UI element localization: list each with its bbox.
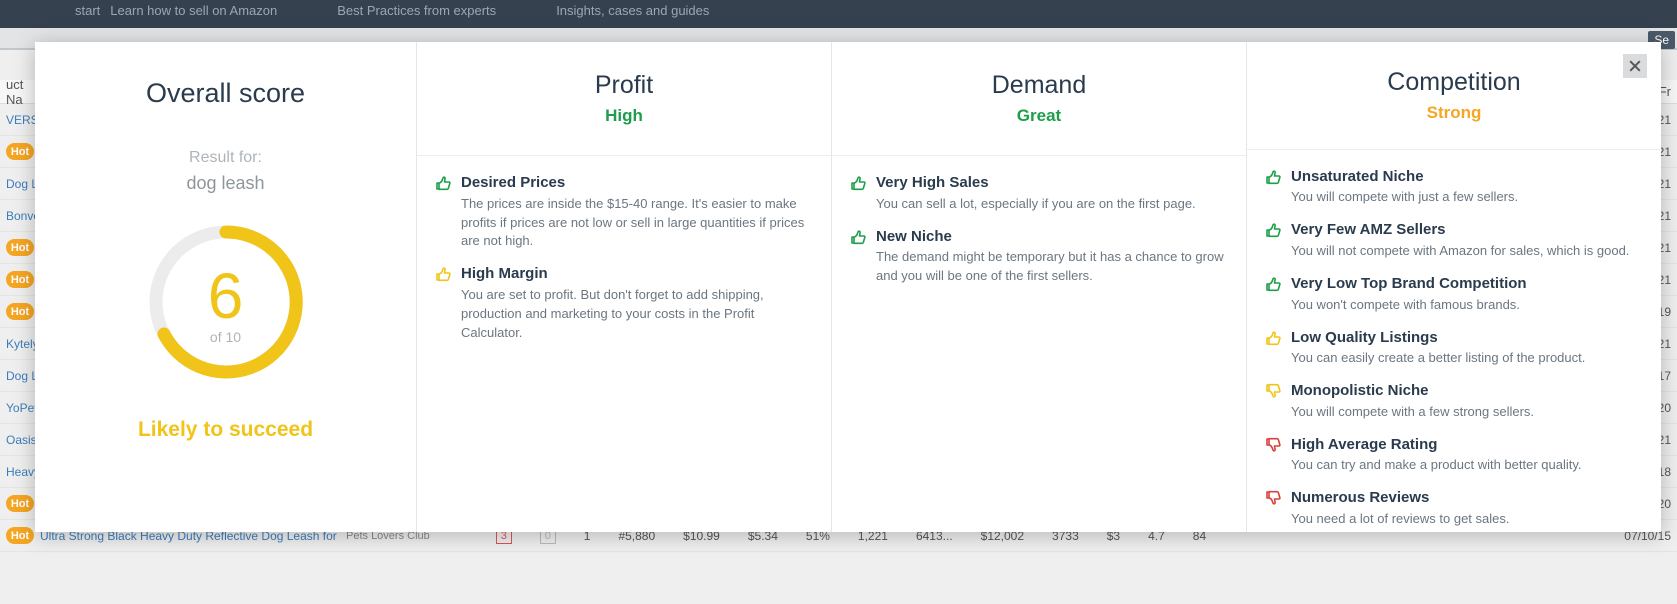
score-item: Very Few AMZ Sellers You will not compet… [1265,221,1641,261]
topbar-item-insights[interactable]: Insights, cases and guides [556,0,709,18]
panel-competition: Competition Strong Unsaturated Niche You… [1247,42,1661,532]
topbar-sub: Insights, cases and guides [556,3,709,18]
score-item-title: Unsaturated Niche [1291,168,1518,187]
thumb-up-green-icon [1265,169,1281,185]
panel-title: Demand [992,71,1087,100]
panel-profit: Profit High Desired Prices The prices ar… [417,42,832,532]
score-item-desc: You will not compete with Amazon for sal… [1291,242,1629,261]
panel-header: Demand Great [832,42,1246,156]
panel-body: Unsaturated Niche You will compete with … [1247,150,1661,532]
topbar-sub: Best Practices from experts [337,3,496,18]
thumb-up-yellow-icon [1265,330,1281,346]
score-item-desc: You will compete with just a few sellers… [1291,188,1518,207]
panel-header: Competition Strong [1247,42,1661,150]
overall-title: Overall score [146,78,305,109]
score-item-title: New Niche [876,228,1226,247]
hot-badge: Hot [6,303,34,320]
panel-sub: Great [1017,106,1061,126]
score-number: 6 [208,259,244,333]
score-item: New Niche The demand might be temporary … [850,228,1226,286]
score-item: Unsaturated Niche You will compete with … [1265,168,1641,208]
score-item: High Margin You are set to profit. But d… [435,265,811,342]
score-item-desc: You can sell a lot, especially if you ar… [876,195,1196,214]
score-item-desc: You won't compete with famous brands. [1291,296,1527,315]
hot-badge: Hot [6,239,34,256]
score-item: Monopolistic Niche You will compete with… [1265,382,1641,422]
score-item-title: Very Few AMZ Sellers [1291,221,1629,240]
hot-badge: Hot [6,143,34,160]
thumb-up-green-icon [850,229,866,245]
thumb-up-green-icon [1265,222,1281,238]
panel-title: Competition [1387,68,1520,97]
hot-badge: Hot [6,271,34,288]
verdict-text: Likely to succeed [138,418,313,442]
score-item-title: Numerous Reviews [1291,489,1510,508]
panel-body: Very High Sales You can sell a lot, espe… [832,156,1246,310]
top-nav-bar: start Learn how to sell on Amazon Best P… [0,0,1677,28]
hot-badge: Hot [6,527,34,544]
panel-title: Profit [595,71,653,100]
result-for-value: dog leash [186,173,264,194]
topbar-item-best[interactable]: Best Practices from experts [337,0,496,18]
score-item-title: Very High Sales [876,174,1196,193]
panel-sub: High [605,106,643,126]
panel-demand: Demand Great Very High Sales You can sel… [832,42,1247,532]
score-item-title: Desired Prices [461,174,811,193]
score-item: High Average Rating You can try and make… [1265,436,1641,476]
score-item-desc: You can try and make a product with bett… [1291,456,1582,475]
panel-header: Profit High [417,42,831,156]
score-item-desc: You need a lot of reviews to get sales. [1291,510,1510,529]
score-item: Numerous Reviews You need a lot of revie… [1265,489,1641,529]
score-gauge: 6 of 10 [146,222,306,382]
score-item-title: Low Quality Listings [1291,329,1585,348]
score-item: Very Low Top Brand Competition You won't… [1265,275,1641,315]
panel-sub: Strong [1427,103,1482,123]
score-modal: Overall score Result for: dog leash 6 of… [35,42,1661,532]
score-item: Very High Sales You can sell a lot, espe… [850,174,1226,214]
score-item-title: High Average Rating [1291,436,1582,455]
thumb-down-red-icon [1265,490,1281,506]
score-item-desc: The demand might be temporary but it has… [876,248,1226,286]
topbar-label: start [75,3,100,18]
thumb-down-red-icon [1265,437,1281,453]
close-icon [1629,60,1641,72]
score-of-label: of 10 [210,329,241,345]
thumb-up-yellow-icon [435,266,451,282]
score-item-desc: The prices are inside the $15-40 range. … [461,195,811,252]
thumb-down-yellow-icon [1265,383,1281,399]
score-item: Desired Prices The prices are inside the… [435,174,811,251]
topbar-sub: Learn how to sell on Amazon [110,3,277,18]
hot-badge: Hot [6,495,34,512]
score-item-desc: You can easily create a better listing o… [1291,349,1585,368]
thumb-up-green-icon [435,175,451,191]
score-item-desc: You will compete with a few strong selle… [1291,403,1534,422]
topbar-item-start[interactable]: start Learn how to sell on Amazon [75,0,277,18]
score-item-title: Very Low Top Brand Competition [1291,275,1527,294]
score-item-desc: You are set to profit. But don't forget … [461,286,811,343]
score-item-title: Monopolistic Niche [1291,382,1534,401]
thumb-up-green-icon [1265,276,1281,292]
score-item-title: High Margin [461,265,811,284]
score-item: Low Quality Listings You can easily crea… [1265,329,1641,369]
result-for-label: Result for: [189,149,262,167]
thumb-up-green-icon [850,175,866,191]
panel-body: Desired Prices The prices are inside the… [417,156,831,367]
close-button[interactable] [1623,54,1647,78]
overall-score-panel: Overall score Result for: dog leash 6 of… [35,42,417,532]
